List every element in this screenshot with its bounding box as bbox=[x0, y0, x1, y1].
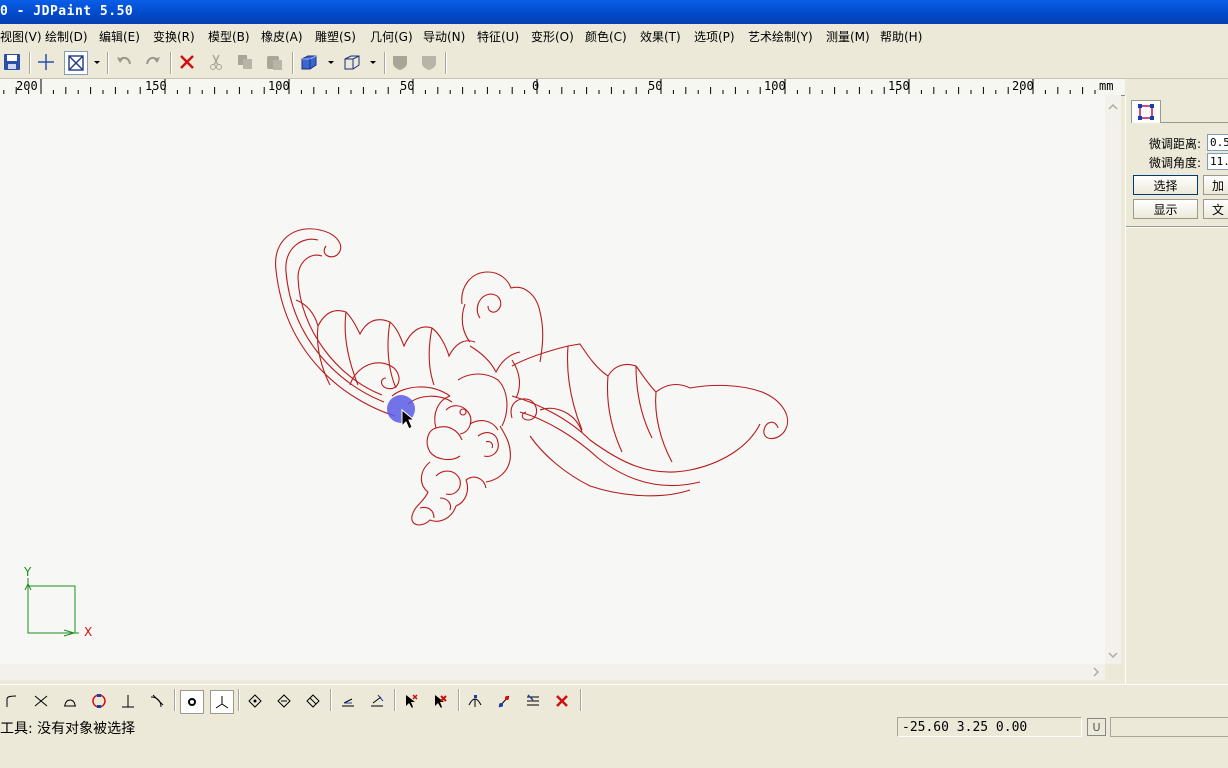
menu-item[interactable]: 效果(T) bbox=[640, 28, 681, 45]
dropdown-arrow-icon[interactable] bbox=[367, 51, 379, 73]
menu-item[interactable]: 绘制(D) bbox=[45, 28, 88, 45]
status-message: 工具: 没有对象被选择 bbox=[0, 721, 136, 737]
fine-distance-label: 微调距离: bbox=[1149, 137, 1202, 151]
solid-box-icon[interactable] bbox=[298, 51, 320, 73]
horizontal-ruler: 200 150 100 50 0 50 100 150 200 mm bbox=[0, 79, 1125, 96]
cut-icon[interactable] bbox=[205, 51, 227, 73]
menu-item[interactable]: 几何(G) bbox=[370, 28, 413, 45]
menu-item[interactable]: 橡皮(A) bbox=[261, 28, 303, 45]
ruler-label: 0 bbox=[532, 79, 540, 93]
menu-item[interactable]: 变形(O) bbox=[531, 28, 574, 45]
center-snap-icon[interactable] bbox=[180, 690, 204, 714]
fine-angle-label: 微调角度: bbox=[1149, 156, 1202, 170]
menu-item[interactable]: 选项(P) bbox=[694, 28, 735, 45]
window-title: 0 - JDPaint 5.50 bbox=[0, 4, 134, 19]
ruler-label: 100 bbox=[268, 79, 290, 93]
dropdown-arrow-icon[interactable] bbox=[325, 51, 337, 73]
corner-arc-icon[interactable] bbox=[1, 690, 23, 712]
ruler-ticks bbox=[3, 79, 1096, 94]
fine-tune-panel: 微调距离: 0.50 微调角度: 11. 选择 加 显示 文 bbox=[1125, 95, 1228, 685]
menu-bar: 视图(V) 绘制(D) 编辑(E) 变换(R) 模型(B) 橡皮(A) 雕塑(S) 几何(G)… bbox=[0, 24, 1228, 46]
menu-item[interactable]: 特征(U) bbox=[477, 28, 519, 45]
dropdown-arrow-icon[interactable] bbox=[91, 51, 103, 73]
zoom-window-icon[interactable] bbox=[64, 51, 88, 75]
list-edit-icon[interactable] bbox=[522, 690, 544, 712]
node-move-icon[interactable] bbox=[464, 690, 486, 712]
select-delete-icon[interactable] bbox=[400, 690, 422, 712]
bat-drawing bbox=[24, 228, 789, 637]
copy-icon[interactable] bbox=[234, 51, 256, 73]
node-edit-icon bbox=[1138, 104, 1154, 120]
title-bar: 0 - JDPaint 5.50 bbox=[0, 0, 1228, 24]
node-pick-icon[interactable] bbox=[493, 690, 515, 712]
redo-icon[interactable] bbox=[142, 51, 164, 73]
menu-item[interactable]: 测量(M) bbox=[826, 28, 870, 45]
diamond-edge-icon[interactable] bbox=[273, 690, 295, 712]
close-icon[interactable] bbox=[551, 690, 573, 712]
select-button[interactable]: 选择 bbox=[1133, 175, 1198, 195]
menu-item[interactable]: 艺术绘制(Y) bbox=[748, 28, 813, 45]
u-toggle-button[interactable]: U bbox=[1087, 718, 1106, 736]
status-bar: 工具: 没有对象被选择 -25.60 3.25 0.00 U bbox=[0, 715, 1228, 768]
fine-angle-field[interactable]: 11. bbox=[1207, 153, 1228, 170]
menu-item[interactable]: 变换(R) bbox=[153, 28, 195, 45]
status-cell bbox=[1110, 717, 1228, 737]
intersect-icon[interactable] bbox=[30, 690, 52, 712]
ruler-label: 200 bbox=[16, 79, 38, 93]
align-lines-icon[interactable] bbox=[366, 690, 388, 712]
delete-icon[interactable] bbox=[176, 51, 198, 73]
deselect-icon[interactable] bbox=[429, 690, 451, 712]
menu-item[interactable]: 模型(B) bbox=[208, 28, 250, 45]
axis-snap-icon[interactable] bbox=[210, 690, 234, 714]
ruler-label: 100 bbox=[764, 79, 786, 93]
fine-distance-field[interactable]: 0.50 bbox=[1207, 134, 1228, 151]
horizontal-scrollbar[interactable] bbox=[0, 664, 1105, 680]
align-bottom-icon[interactable] bbox=[337, 690, 359, 712]
axis-y-label: Y bbox=[24, 565, 32, 579]
ruler-label: 150 bbox=[888, 79, 910, 93]
undo-icon[interactable] bbox=[113, 51, 135, 73]
menu-item[interactable]: 雕塑(S) bbox=[315, 28, 356, 45]
ruler-label: 200 bbox=[1012, 79, 1034, 93]
crosshair-icon[interactable] bbox=[35, 51, 57, 73]
menu-item[interactable]: 导动(N) bbox=[423, 28, 465, 45]
wireframe-box-icon[interactable] bbox=[341, 51, 363, 73]
perpendicular-icon[interactable] bbox=[117, 690, 139, 712]
menu-item[interactable]: 编辑(E) bbox=[99, 28, 140, 45]
ruler-label: 150 bbox=[145, 79, 167, 93]
save-icon[interactable] bbox=[1, 51, 23, 73]
ruler-label: 50 bbox=[400, 79, 415, 93]
tangent-arc-icon[interactable] bbox=[59, 690, 81, 712]
drawing-canvas[interactable]: Y X bbox=[0, 95, 1105, 664]
main-toolbar bbox=[0, 46, 1228, 79]
menu-item[interactable]: 颜色(C) bbox=[585, 28, 627, 45]
diamond-node-icon[interactable] bbox=[244, 690, 266, 712]
axis-x-label: X bbox=[84, 625, 93, 639]
add-button[interactable]: 加 bbox=[1203, 175, 1228, 195]
snap-toolbar bbox=[0, 684, 1228, 715]
text-button[interactable]: 文 bbox=[1203, 199, 1228, 219]
display-button[interactable]: 显示 bbox=[1133, 199, 1198, 219]
menu-item[interactable]: 视图(V) bbox=[0, 28, 42, 45]
tab-node-edit[interactable] bbox=[1131, 100, 1161, 123]
shield-left-icon[interactable] bbox=[389, 51, 411, 73]
tangent-point-icon[interactable] bbox=[146, 690, 168, 712]
axis-indicator bbox=[24, 578, 79, 637]
menu-item[interactable]: 帮助(H) bbox=[880, 28, 922, 45]
paste-icon[interactable] bbox=[263, 51, 285, 73]
vertical-scrollbar[interactable] bbox=[1105, 95, 1121, 664]
circle-node-icon[interactable] bbox=[88, 690, 110, 712]
shield-right-icon[interactable] bbox=[418, 51, 440, 73]
diamond-cross-icon[interactable] bbox=[302, 690, 324, 712]
ruler-unit: mm bbox=[1099, 79, 1114, 93]
coordinate-readout: -25.60 3.25 0.00 bbox=[897, 717, 1082, 737]
ruler-label: 50 bbox=[648, 79, 663, 93]
